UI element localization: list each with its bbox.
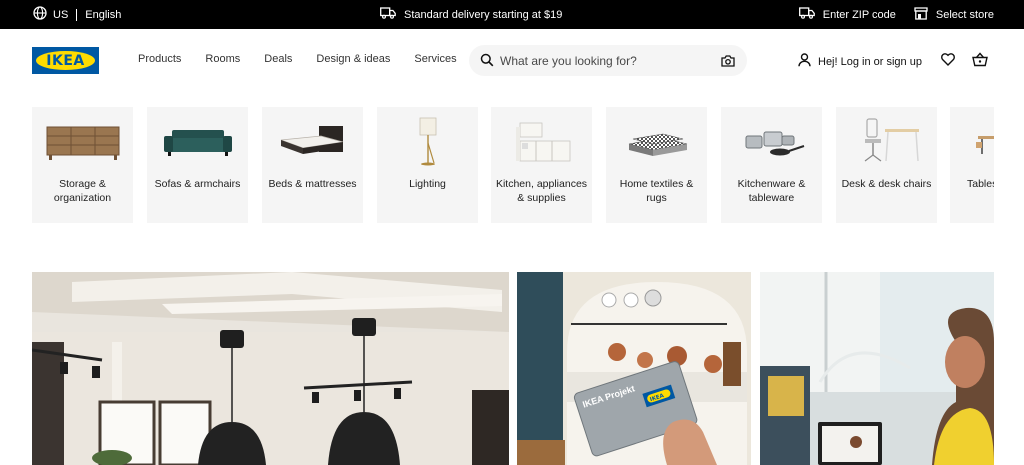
store-icon <box>914 6 928 23</box>
sofa-image <box>147 117 248 167</box>
category-label: Kitchen, appliances & supplies <box>495 178 588 204</box>
search-icon[interactable] <box>480 53 494 72</box>
locale-language: English <box>85 8 122 21</box>
category-label: Tables <box>967 178 994 190</box>
category-tile-beds[interactable]: Beds & mattresses <box>262 107 363 223</box>
category-tile-tables[interactable]: Tables <box>950 107 994 223</box>
category-label: Home textiles & rugs <box>619 178 694 204</box>
camera-icon[interactable] <box>721 54 735 72</box>
truck-icon <box>380 7 396 22</box>
select-store-button[interactable]: Select store <box>914 6 994 23</box>
delivery-text: Standard delivery starting at $19 <box>404 8 563 21</box>
dresser-image <box>32 117 133 167</box>
kitchen-cabinets-image <box>491 117 592 167</box>
globe-icon <box>33 6 47 23</box>
locale-selector[interactable]: US English <box>33 0 121 29</box>
nav-item-products[interactable]: Products <box>138 53 181 65</box>
category-tile-sofas[interactable]: Sofas & armchairs <box>147 107 248 223</box>
user-icon <box>798 53 811 70</box>
nav-item-services[interactable]: Services <box>414 53 456 65</box>
logo-oval: IKEA <box>36 51 95 70</box>
bed-image <box>262 117 363 167</box>
truck-icon <box>798 7 815 22</box>
account-button[interactable]: Hej! Log in or sign up <box>798 53 922 70</box>
search-bar <box>469 45 747 76</box>
category-label: Kitchenware & tableware <box>737 178 806 204</box>
hero-image-kitchen-lights[interactable] <box>32 272 509 465</box>
logo-text: IKEA <box>46 52 85 69</box>
category-label: Sofas & armchairs <box>154 178 241 190</box>
desk-chair-image <box>836 117 937 167</box>
category-tile-textiles[interactable]: Home textiles & rugs <box>606 107 707 223</box>
locale-divider <box>76 8 78 21</box>
lamp-image <box>377 117 478 167</box>
pots-pans-image <box>721 117 822 167</box>
enter-zip-label: Enter ZIP code <box>822 8 896 21</box>
main-nav: Products Rooms Deals Design & ideas Serv… <box>138 53 481 65</box>
hero-image-remote-work[interactable] <box>760 272 994 465</box>
category-tile-kitchenware[interactable]: Kitchenware & tableware <box>721 107 822 223</box>
account-label: Hej! Log in or sign up <box>818 55 922 68</box>
nav-item-design-ideas[interactable]: Design & ideas <box>316 53 390 65</box>
ikea-logo[interactable]: IKEA <box>32 47 99 74</box>
delivery-banner[interactable]: Standard delivery starting at $19 <box>380 0 562 29</box>
category-tile-kitchen[interactable]: Kitchen, appliances & supplies <box>491 107 592 223</box>
category-label: Lighting <box>409 178 446 190</box>
nav-item-deals[interactable]: Deals <box>264 53 292 65</box>
category-label: Beds & mattresses <box>268 178 357 190</box>
nav-item-rooms[interactable]: Rooms <box>205 53 240 65</box>
search-input[interactable] <box>500 51 710 70</box>
category-tile-storage[interactable]: Storage & organization <box>32 107 133 223</box>
table-image <box>950 117 994 167</box>
category-tile-desks[interactable]: Desk & desk chairs <box>836 107 937 223</box>
category-tile-lighting[interactable]: Lighting <box>377 107 478 223</box>
folded-towels-image <box>606 117 707 167</box>
category-label: Desk & desk chairs <box>841 178 932 190</box>
category-label: Storage & organization <box>53 178 112 204</box>
category-carousel: Storage & organization Sofas & armchairs… <box>32 107 994 223</box>
hero-image-gift-card[interactable]: IKEA Projekt IKEA <box>517 272 751 465</box>
heart-icon[interactable] <box>941 53 955 71</box>
enter-zip-button[interactable]: Enter ZIP code <box>798 7 896 22</box>
locale-country: US <box>53 8 69 21</box>
cart-icon[interactable] <box>972 52 988 72</box>
select-store-label: Select store <box>935 8 994 21</box>
top-bar: US English Standard delivery starting at… <box>0 0 1024 29</box>
